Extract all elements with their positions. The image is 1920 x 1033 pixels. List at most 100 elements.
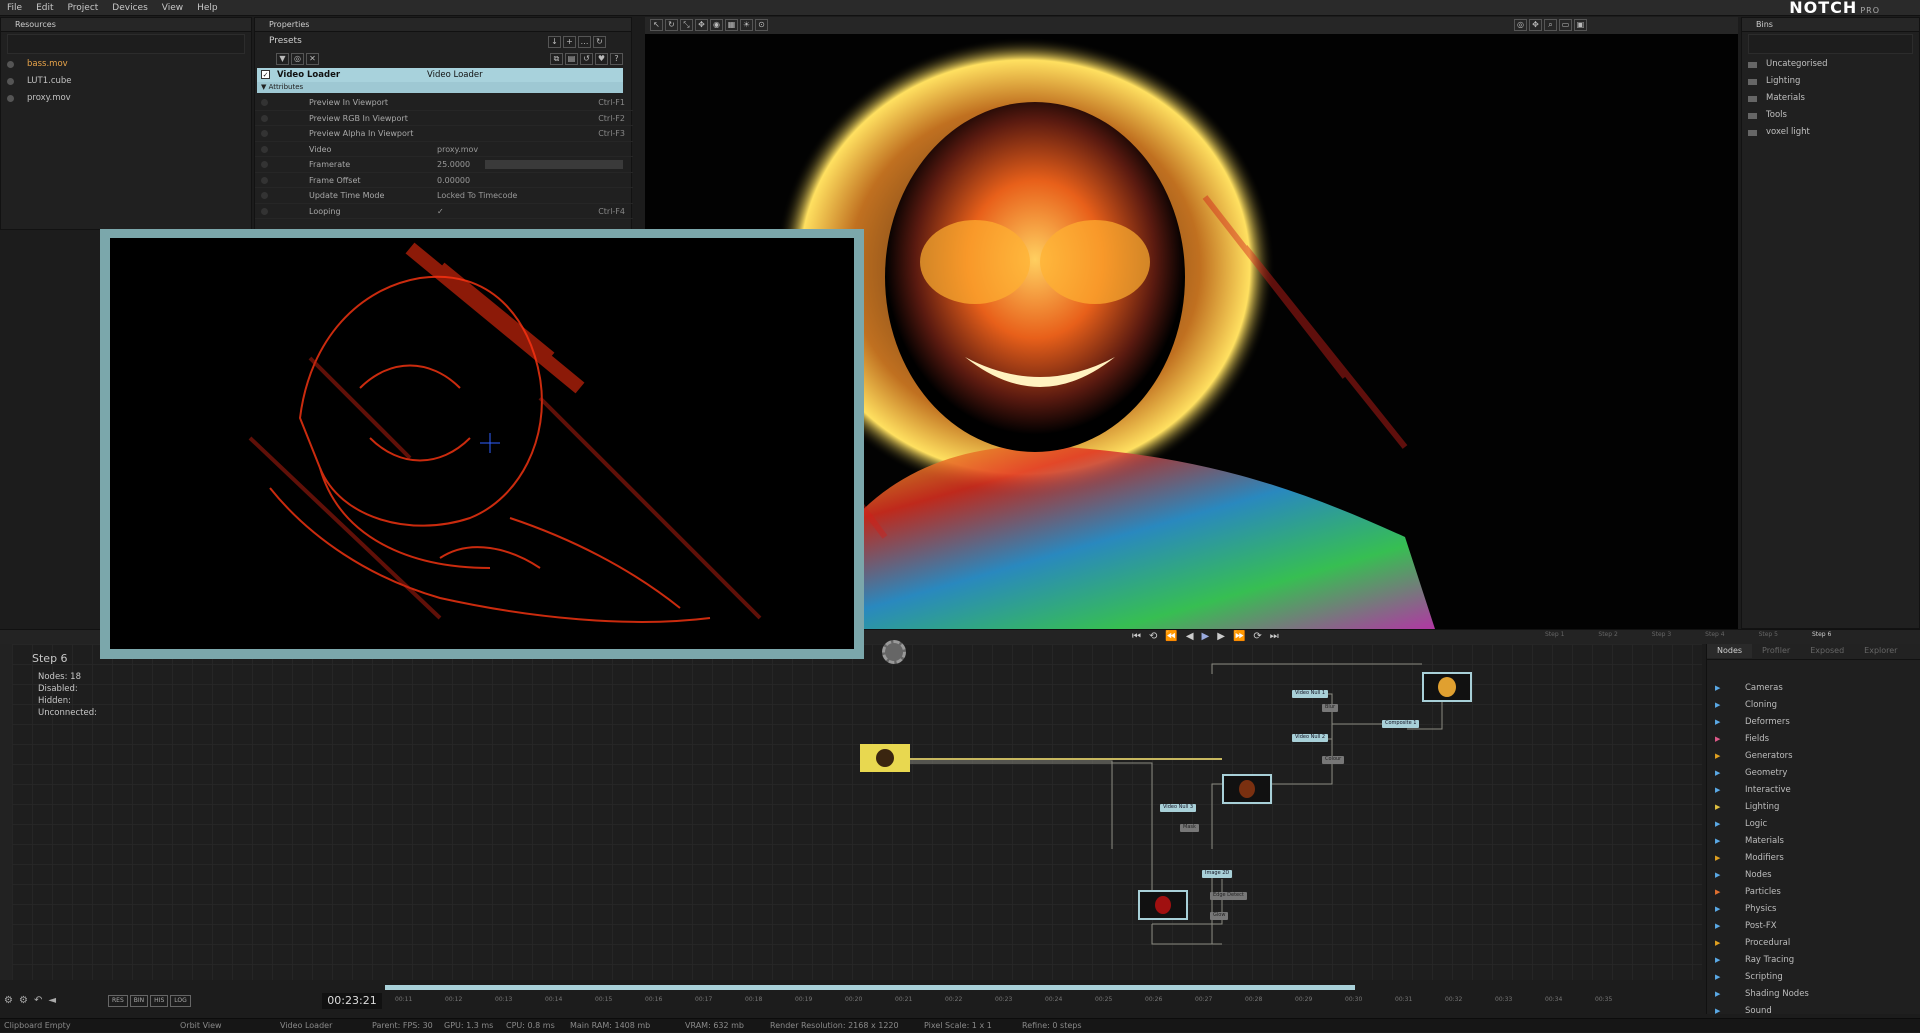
expand-icon[interactable]: ▶ [1715, 816, 1720, 833]
attribute-value[interactable]: Locked To Timecode [437, 188, 517, 204]
step-tab[interactable]: Step 3 [1652, 631, 1671, 638]
attribute-row[interactable]: Framerate 25.0000 [255, 157, 633, 173]
step-tab[interactable]: Step 4 [1705, 631, 1724, 638]
grid-icon[interactable]: ▦ [725, 19, 738, 31]
expand-icon[interactable]: ▶ [1715, 952, 1720, 969]
bin-item[interactable]: Materials [1742, 90, 1919, 107]
node-colour[interactable]: Colour [1322, 756, 1345, 764]
node-edge-detect[interactable]: Edge Detect [1210, 892, 1247, 900]
attribute-value[interactable]: proxy.mov [437, 142, 478, 158]
expand-icon[interactable]: ▶ [1715, 867, 1720, 884]
keyframe-icon[interactable] [261, 145, 268, 153]
keyframe-icon[interactable] [261, 176, 268, 184]
menu-edit[interactable]: Edit [29, 0, 60, 16]
pan-icon[interactable]: ✥ [1529, 19, 1542, 31]
screenshot-icon[interactable]: ▣ [1574, 19, 1587, 31]
menu-project[interactable]: Project [61, 0, 106, 16]
expand-icon[interactable]: ▶ [1715, 918, 1720, 935]
timeline-ruler[interactable]: 00:11 00:12 00:13 00:14 00:15 00:16 00:17 00:18… [395, 990, 1695, 1010]
menu-help[interactable]: Help [190, 0, 225, 16]
clear-icon[interactable]: ✕ [306, 53, 319, 65]
attributes-section[interactable]: ▼ Attributes [257, 82, 623, 93]
filter-icon[interactable]: ▼ [276, 53, 289, 65]
keyframe-icon[interactable] [261, 207, 268, 215]
more-icon[interactable]: … [578, 36, 591, 48]
node-category[interactable]: ▶ Lighting [1707, 799, 1920, 816]
node-glow[interactable]: Glow [1210, 912, 1229, 920]
expand-icon[interactable]: ▶ [1715, 935, 1720, 952]
bin-item[interactable]: Lighting [1742, 73, 1919, 90]
node-category[interactable]: ▶ Geometry [1707, 765, 1920, 782]
nodes-tab[interactable]: Profiler [1752, 644, 1800, 658]
step-tab[interactable]: Step 1 [1545, 631, 1564, 638]
timeline-mode-button[interactable]: RES [108, 995, 128, 1007]
reset-icon[interactable]: ↺ [580, 53, 593, 65]
node-category[interactable]: ▶ Scripting [1707, 969, 1920, 986]
keyframe-icon[interactable] [261, 114, 268, 122]
light-icon[interactable]: ☀ [740, 19, 753, 31]
node-category[interactable]: ▶ Nodes [1707, 867, 1920, 884]
timeline-mode-button[interactable]: BIN [129, 995, 149, 1007]
node-category[interactable]: ▶ Cameras [1707, 680, 1920, 697]
keyframe-icon[interactable] [261, 130, 268, 137]
attribute-row[interactable]: Update Time Mode Locked To Timecode [255, 188, 633, 204]
keyframe-icon[interactable] [261, 161, 268, 168]
rotate-tool-icon[interactable]: ↻ [665, 19, 678, 31]
expand-icon[interactable]: ▶ [1715, 799, 1720, 816]
node-category[interactable]: ▶ Post-FX [1707, 918, 1920, 935]
node-category[interactable]: ▶ Fields [1707, 731, 1920, 748]
expand-icon[interactable]: ▶ [1715, 731, 1720, 748]
menu-file[interactable]: File [0, 0, 29, 16]
timeline-back-icon[interactable]: ◄ [48, 995, 62, 1006]
attribute-row[interactable]: Preview RGB In Viewport Ctrl-F2 [255, 111, 633, 126]
menu-view[interactable]: View [155, 0, 190, 16]
timecode-display[interactable]: 00:23:21 [322, 993, 382, 1009]
nodes-tab[interactable]: Explorer [1854, 644, 1907, 658]
bin-item[interactable]: voxel light [1742, 124, 1919, 141]
node-category[interactable]: ▶ Modifiers [1707, 850, 1920, 867]
expand-icon[interactable]: ▶ [1715, 748, 1720, 765]
presets-label[interactable]: Presets [269, 34, 302, 48]
output-node[interactable] [1422, 672, 1472, 702]
nodes-tab[interactable]: Nodes [1707, 644, 1753, 658]
timeline-keys-icon[interactable]: ⚙ [19, 995, 34, 1006]
step-forward-icon[interactable]: ▶ [1217, 631, 1233, 642]
play-icon[interactable]: ▶ [1202, 631, 1218, 642]
expand-icon[interactable]: ▶ [1715, 680, 1720, 697]
nodegraph[interactable]: Step 6 Nodes: 18 Disabled: Hidden: Uncon… [12, 640, 1702, 980]
timeline-mode-button[interactable]: HIS [150, 995, 169, 1007]
node-composite[interactable]: Composite 1 [1382, 720, 1420, 728]
node-image-2d[interactable]: Image 2D [1202, 870, 1233, 878]
video-loader-node[interactable] [860, 744, 910, 772]
expand-icon[interactable]: ▶ [1715, 714, 1720, 731]
resource-item[interactable]: bass.mov [1, 56, 251, 73]
fit-icon[interactable]: ▭ [1559, 19, 1572, 31]
expand-icon[interactable]: ▶ [1715, 833, 1720, 850]
expand-icon[interactable]: ▶ [1715, 986, 1720, 1003]
zoom-icon[interactable]: ⌕ [1544, 19, 1557, 31]
loop-icon[interactable]: ⟲ [1149, 631, 1165, 642]
expand-icon[interactable]: ▶ [1715, 765, 1720, 782]
camera-icon[interactable]: ◉ [710, 19, 723, 31]
node-category[interactable]: ▶ Logic [1707, 816, 1920, 833]
node-video-null-2[interactable]: Video Null 2 [1292, 734, 1329, 742]
timeline-mode-button[interactable]: LOG [170, 995, 191, 1007]
attribute-row[interactable]: Frame Offset 0.00000 [255, 173, 633, 188]
bin-item[interactable]: Uncategorised [1742, 56, 1919, 73]
node-category[interactable]: ▶ Deformers [1707, 714, 1920, 731]
timeline-settings-icon[interactable]: ⚙ [4, 995, 19, 1006]
scale-tool-icon[interactable]: ⤡ [680, 19, 693, 31]
video-preview-window[interactable] [100, 229, 864, 659]
step-tab[interactable]: Step 5 [1759, 631, 1778, 638]
go-end-icon[interactable]: ⏭ [1270, 631, 1287, 642]
node-header-row[interactable]: ✓ Video Loader Video Loader [257, 68, 623, 82]
snap-icon[interactable]: ⊙ [755, 19, 768, 31]
attribute-row[interactable]: Video proxy.mov [255, 142, 633, 158]
orbit-icon[interactable]: ◎ [1514, 19, 1527, 31]
resource-item[interactable]: proxy.mov [1, 90, 251, 107]
step-back-icon[interactable]: ◀ [1186, 631, 1202, 642]
node-video-null-1[interactable]: Video Null 1 [1292, 690, 1329, 698]
menu-devices[interactable]: Devices [105, 0, 154, 16]
go-start-icon[interactable]: ⏮ [1132, 631, 1149, 642]
play-icon[interactable] [7, 95, 14, 102]
